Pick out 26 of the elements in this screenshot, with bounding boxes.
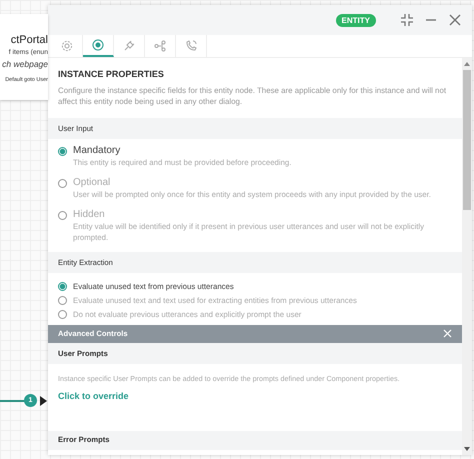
radio-button[interactable]	[58, 146, 67, 156]
entity-badge: ENTITY	[336, 14, 376, 26]
connector-line	[0, 400, 26, 402]
scroll-up-icon[interactable]	[464, 62, 470, 66]
plug-icon	[123, 40, 135, 52]
node-title: ctPortal	[10, 34, 48, 46]
phone-icon	[185, 40, 197, 52]
option-label: Hidden	[73, 208, 106, 220]
radio-button[interactable]	[58, 282, 67, 291]
scroll-down-icon[interactable]	[464, 447, 470, 451]
option-label: Mandatory	[73, 144, 122, 156]
gear-icon	[61, 40, 73, 52]
radio-button[interactable]	[58, 296, 67, 305]
collapse-icon[interactable]	[400, 13, 414, 27]
radio-button[interactable]	[58, 210, 67, 220]
target-icon	[92, 39, 104, 51]
scroll-thumb[interactable]	[463, 70, 471, 210]
node-text: ch webpage	[2, 59, 48, 69]
scrollbar[interactable]	[462, 58, 472, 455]
radio-button[interactable]	[58, 310, 67, 319]
section-title: INSTANCE PROPERTIES	[58, 69, 165, 79]
radio-button[interactable]	[58, 178, 67, 188]
close-icon[interactable]	[448, 13, 462, 27]
nodes-icon	[154, 40, 166, 52]
option-label: Optional	[73, 176, 112, 188]
arrow-icon	[40, 396, 47, 406]
